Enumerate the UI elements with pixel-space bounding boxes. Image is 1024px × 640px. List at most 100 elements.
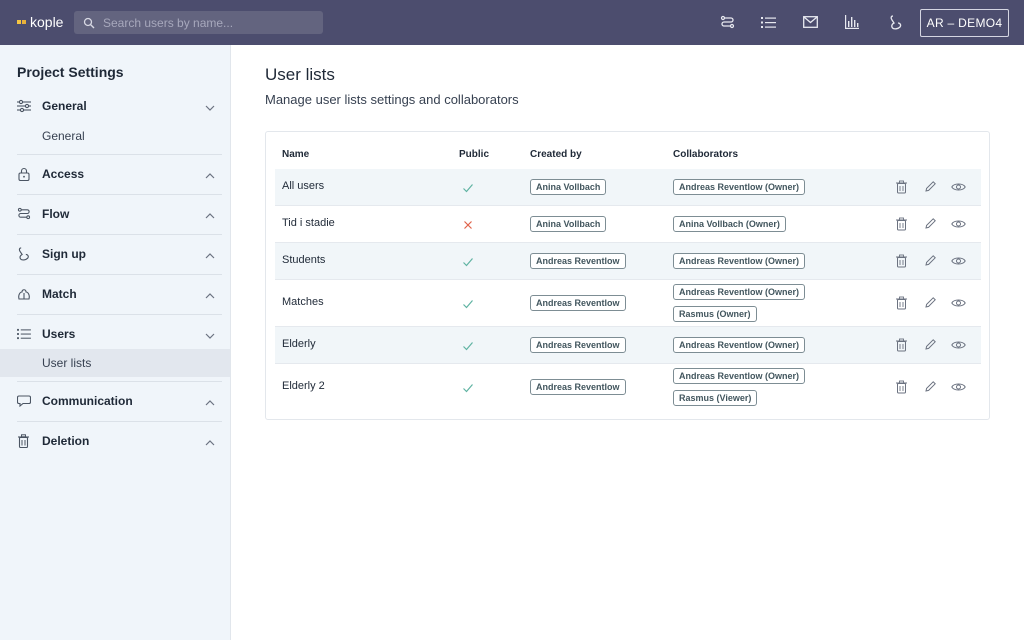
cross-icon <box>462 218 474 230</box>
collaborator-chip: Andreas Reventlow (Owner) <box>673 368 806 384</box>
collaborator-chip: Rasmus (Viewer) <box>673 390 758 406</box>
check-icon <box>462 297 474 309</box>
delete-icon[interactable] <box>895 180 909 194</box>
signup-icon[interactable] <box>887 14 903 30</box>
edit-icon[interactable] <box>924 380 938 394</box>
sidebar-item-user-lists[interactable]: User lists <box>0 349 230 377</box>
user-lists-table: Name Public Created by Collaborators All… <box>265 131 990 420</box>
sidebar-title: Project Settings <box>17 64 124 80</box>
created-by-chip: Andreas Reventlow <box>530 253 626 269</box>
view-icon[interactable] <box>951 380 966 394</box>
check-icon <box>462 181 474 193</box>
top-bar: kople AR – DEMO4 <box>0 0 1024 45</box>
column-header-collaborators: Collaborators <box>673 149 739 160</box>
sidebar-section-label: General <box>42 99 87 113</box>
sidebar-section-communication[interactable]: Communication <box>0 382 230 422</box>
sidebar-section-general[interactable]: General <box>0 87 230 127</box>
view-icon[interactable] <box>951 180 966 194</box>
table-row[interactable]: Matches Andreas Reventlow Andreas Revent… <box>275 280 981 327</box>
sidebar-item-label: User lists <box>42 356 92 370</box>
list-name: Elderly <box>282 338 316 350</box>
check-icon <box>462 381 474 393</box>
delete-icon[interactable] <box>895 338 909 352</box>
list-name: Matches <box>282 296 324 308</box>
collaborator-chip: Anina Vollbach (Owner) <box>673 216 786 232</box>
table-row[interactable]: Students Andreas Reventlow Andreas Reven… <box>275 243 981 280</box>
collaborator-chip: Andreas Reventlow (Owner) <box>673 337 806 353</box>
created-by-chip: Anina Vollbach <box>530 216 607 232</box>
sidebar-section-label: Sign up <box>42 247 86 261</box>
sidebar-section-label: Access <box>42 167 85 181</box>
list-icon[interactable] <box>760 14 776 30</box>
chevron-up-icon <box>204 249 216 261</box>
list-name: All users <box>282 180 325 192</box>
created-by-chip: Andreas Reventlow <box>530 337 626 353</box>
edit-icon[interactable] <box>924 296 938 310</box>
created-by-chip: Andreas Reventlow <box>530 379 626 395</box>
column-header-created-by: Created by <box>530 149 582 160</box>
search-input[interactable] <box>103 15 303 30</box>
collaborator-chip: Andreas Reventlow (Owner) <box>673 253 806 269</box>
sidebar-section-label: Users <box>42 327 76 341</box>
edit-icon[interactable] <box>924 180 938 194</box>
table-row[interactable]: Elderly Andreas Reventlow Andreas Revent… <box>275 327 981 364</box>
view-icon[interactable] <box>951 254 966 268</box>
sidebar-section-label: Communication <box>42 394 133 408</box>
edit-icon[interactable] <box>924 338 938 352</box>
list-name: Elderly 2 <box>282 380 325 392</box>
sidebar-section-access[interactable]: Access <box>0 155 230 195</box>
delete-icon[interactable] <box>895 254 909 268</box>
chat-icon <box>16 394 32 408</box>
view-icon[interactable] <box>951 217 966 231</box>
logo[interactable]: kople <box>17 14 63 30</box>
chevron-up-icon <box>204 209 216 221</box>
delete-icon[interactable] <box>895 380 909 394</box>
sidebar: Project Settings General General Access … <box>0 45 231 640</box>
sidebar-item-general[interactable]: General <box>0 122 230 150</box>
flow-icon <box>17 207 31 221</box>
edit-icon[interactable] <box>924 254 938 268</box>
chevron-up-icon <box>204 289 216 301</box>
collaborator-chip: Rasmus (Owner) <box>673 306 757 322</box>
chart-icon[interactable] <box>844 14 860 30</box>
trash-icon <box>17 434 31 449</box>
chevron-down-icon <box>204 101 216 113</box>
view-icon[interactable] <box>951 338 966 352</box>
sliders-icon <box>17 99 31 113</box>
edit-icon[interactable] <box>924 217 938 231</box>
sidebar-section-flow[interactable]: Flow <box>0 195 230 235</box>
table-row[interactable]: Tid i stadie Anina Vollbach Anina Vollba… <box>275 206 981 243</box>
list-icon <box>17 327 31 341</box>
check-icon <box>462 339 474 351</box>
mail-icon[interactable] <box>802 14 818 30</box>
chevron-up-icon <box>204 169 216 181</box>
page-subtitle: Manage user lists settings and collabora… <box>265 92 519 107</box>
sidebar-section-deletion[interactable]: Deletion <box>0 422 230 462</box>
check-icon <box>462 255 474 267</box>
chevron-up-icon <box>204 396 216 408</box>
match-icon <box>17 287 31 301</box>
signup-icon <box>17 247 31 261</box>
sidebar-section-sign-up[interactable]: Sign up <box>0 235 230 275</box>
collaborator-chip: Andreas Reventlow (Owner) <box>673 284 806 300</box>
sidebar-section-match[interactable]: Match <box>0 275 230 315</box>
created-by-chip: Anina Vollbach <box>530 179 607 195</box>
table-row[interactable]: Elderly 2 Andreas Reventlow Andreas Reve… <box>275 364 981 411</box>
table-row[interactable]: All users Anina Vollbach Andreas Reventl… <box>275 169 981 206</box>
delete-icon[interactable] <box>895 296 909 310</box>
sidebar-item-label: General <box>42 129 85 143</box>
chevron-up-icon <box>204 436 216 448</box>
sidebar-section-label: Deletion <box>42 434 90 448</box>
lock-icon <box>17 167 31 182</box>
search-box[interactable] <box>74 11 323 34</box>
view-icon[interactable] <box>951 296 966 310</box>
sidebar-section-label: Flow <box>42 207 70 221</box>
logo-mark-icon <box>17 20 27 24</box>
chevron-down-icon <box>204 329 216 341</box>
column-header-name: Name <box>282 149 310 160</box>
flow-icon[interactable] <box>719 14 735 30</box>
delete-icon[interactable] <box>895 217 909 231</box>
list-name: Students <box>282 254 326 266</box>
search-icon <box>83 17 95 28</box>
account-button[interactable]: AR – DEMO4 <box>920 9 1009 37</box>
